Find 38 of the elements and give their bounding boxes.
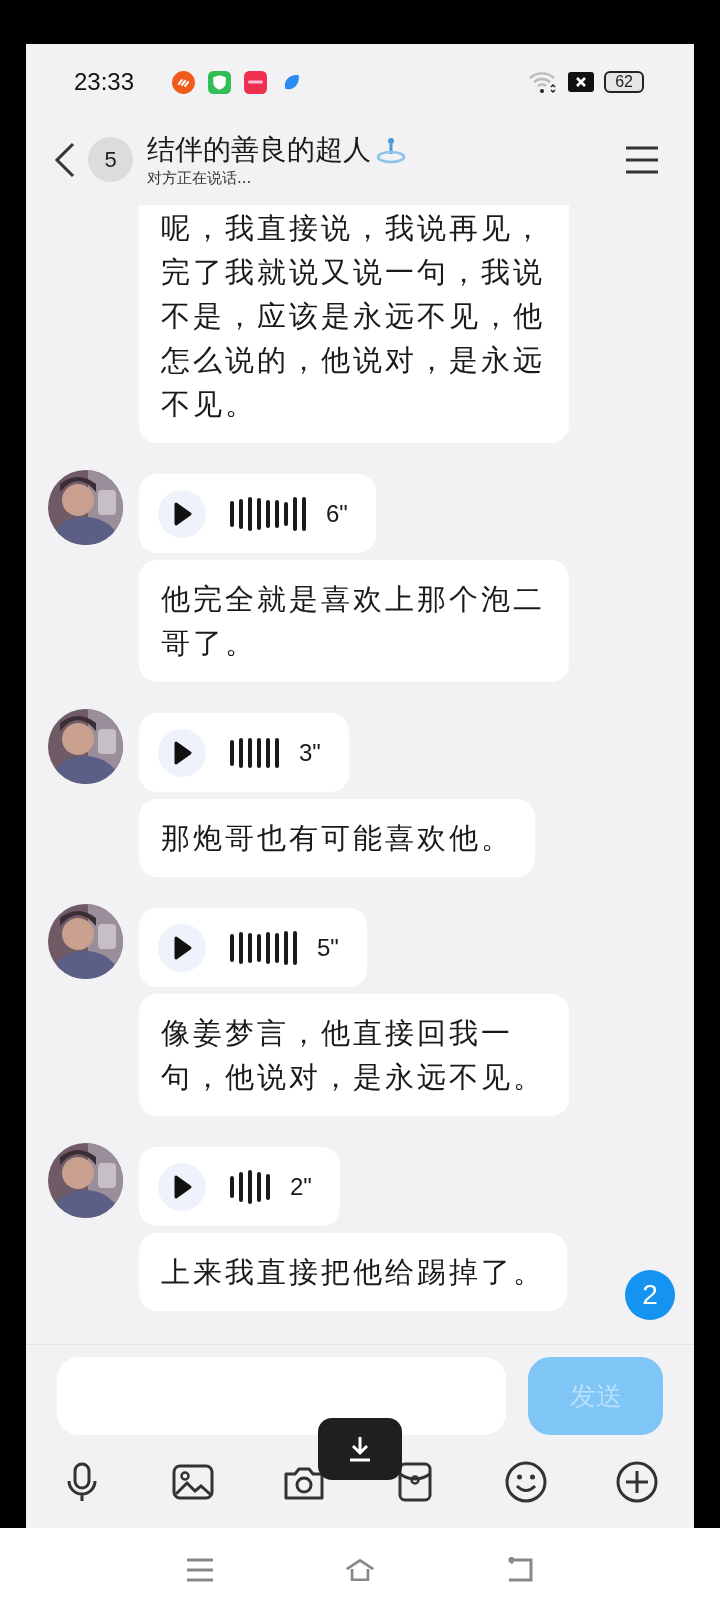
- voice-duration: 6": [326, 499, 348, 528]
- voice-message[interactable]: 2": [139, 1147, 340, 1226]
- voice-duration: 5": [317, 933, 339, 962]
- message-bubble[interactable]: 呢，我直接说，我说再见，完了我就说又说一句，我说不是，应该是永远不见，他怎么说的，他说对，是永远不见。: [139, 205, 569, 443]
- voice-duration: 2": [290, 1172, 312, 1201]
- message-bubble[interactable]: 上来我直接把他给踢掉了。: [139, 1233, 567, 1311]
- waveform-icon: [230, 1168, 270, 1205]
- waveform-icon: [230, 495, 306, 532]
- menu-icon[interactable]: [624, 144, 660, 175]
- voice-message[interactable]: 6": [139, 474, 376, 553]
- download-toast[interactable]: [318, 1418, 402, 1480]
- play-icon[interactable]: [158, 1162, 206, 1211]
- message-bubble[interactable]: 那炮哥也有可能喜欢他。: [139, 799, 535, 877]
- message-bubble[interactable]: 像姜梦言，他直接回我一句，他说对，是永远不见。: [139, 994, 569, 1116]
- voice-message[interactable]: 5": [139, 908, 367, 987]
- chat-title: 结伴的善良的超人: [147, 131, 371, 168]
- message-bubble[interactable]: 他完全就是喜欢上那个泡二哥了。: [139, 560, 569, 682]
- status-time: 23:33: [74, 68, 135, 96]
- battery-level: 62: [604, 71, 644, 93]
- play-icon[interactable]: [158, 923, 206, 972]
- waveform-icon: [230, 929, 297, 966]
- app-icon: [243, 69, 269, 95]
- sim-off-icon: [568, 72, 595, 92]
- emoji-icon[interactable]: [503, 1459, 548, 1504]
- back-icon[interactable]: [54, 141, 76, 178]
- shield-icon: [207, 69, 233, 95]
- voice-duration: 3": [299, 738, 321, 767]
- wifi-icon: [528, 70, 559, 94]
- home-icon[interactable]: [345, 1557, 375, 1583]
- message-input[interactable]: [57, 1357, 506, 1435]
- typing-status: 对方正在说话...: [147, 167, 253, 188]
- play-icon[interactable]: [158, 489, 206, 538]
- unread-count: 5: [88, 137, 133, 182]
- app-icon: [171, 69, 197, 95]
- drop-icon: [375, 135, 407, 164]
- play-icon[interactable]: [158, 728, 206, 777]
- add-icon[interactable]: [614, 1459, 659, 1504]
- voice-message[interactable]: 3": [139, 713, 349, 792]
